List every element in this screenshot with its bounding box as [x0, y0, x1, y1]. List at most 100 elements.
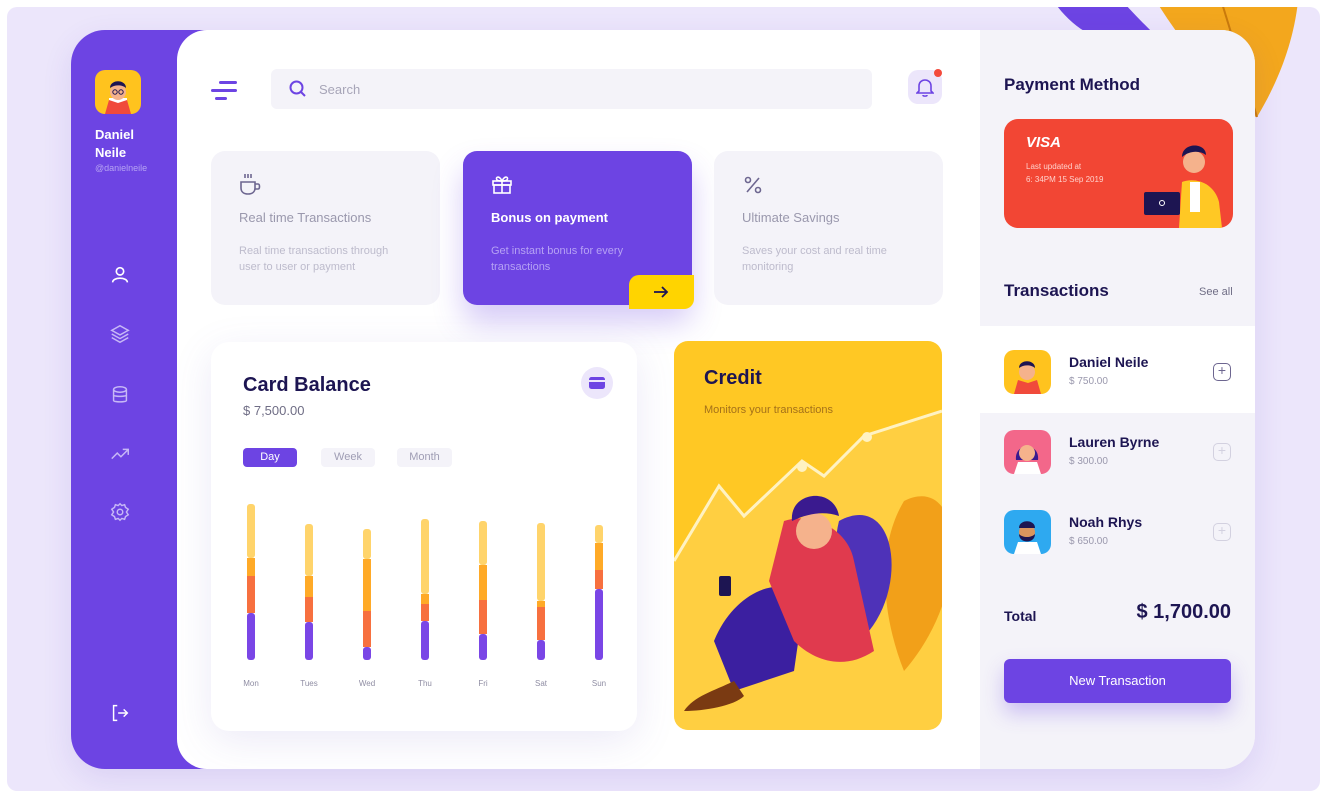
bar-segment-tues	[305, 524, 313, 576]
search-icon	[289, 80, 306, 97]
transaction-row[interactable]: Lauren Byrne $ 300.00 +	[980, 406, 1255, 493]
day-label: Sat	[535, 679, 548, 688]
transaction-name: Noah Rhys	[1069, 514, 1143, 530]
card-updated-info: Last updated at 6: 34PM 15 Sep 2019	[1026, 160, 1103, 186]
total-label: Total	[1004, 608, 1037, 624]
feature-title: Real time Transactions	[239, 210, 372, 225]
transaction-avatar	[1004, 430, 1051, 474]
feature-card-savings[interactable]: Ultimate Savings Saves your cost and rea…	[714, 151, 943, 305]
bonus-arrow-button[interactable]	[629, 275, 694, 309]
bar-segment-mon	[247, 613, 255, 660]
transaction-name: Daniel Neile	[1069, 354, 1149, 370]
balance-bar-chart: Mon Tues Wed Thu Fri Sat Sun	[243, 504, 606, 688]
gift-icon	[492, 176, 512, 194]
transaction-avatar	[1004, 510, 1051, 554]
search-bar	[271, 69, 872, 109]
add-transaction-button[interactable]: +	[1213, 362, 1231, 381]
visa-card[interactable]: VISA Last updated at 6: 34PM 15 Sep 2019	[1004, 119, 1233, 228]
profile-handle: @danielneile	[95, 163, 148, 173]
coffee-cup-icon	[240, 174, 261, 195]
profile-avatar[interactable]	[95, 70, 141, 114]
logout-nav-icon[interactable]	[109, 702, 133, 726]
feature-description: Get instant bonus for every transactions	[491, 245, 624, 273]
bar-segment-wed	[363, 529, 371, 559]
profile-first-name: Daniel	[95, 127, 135, 142]
notification-dot	[934, 69, 942, 77]
day-label: Mon	[243, 679, 259, 688]
card-person-illustration	[1144, 145, 1222, 228]
notification-bell[interactable]	[908, 69, 942, 104]
credit-illustration	[674, 409, 942, 730]
page-frame: Daniel Neile @danielneile Search Real ti…	[7, 7, 1320, 791]
bar-segment-sat	[537, 601, 545, 607]
layers-nav-icon[interactable]	[109, 323, 133, 347]
feature-title: Ultimate Savings	[742, 210, 840, 225]
bar-segment-fri	[479, 634, 487, 660]
visa-logo: VISA	[1026, 134, 1062, 151]
bar-segment-fri	[479, 565, 487, 600]
bar-segment-fri	[479, 600, 487, 634]
bar-segment-sun	[595, 543, 603, 570]
bar-segment-sat	[537, 640, 545, 660]
bell-icon	[916, 79, 934, 97]
settings-nav-icon[interactable]	[109, 501, 133, 525]
card-balance-panel: Card Balance $ 7,500.00 Day Week Month M…	[211, 342, 637, 731]
user-nav-icon[interactable]	[109, 264, 133, 288]
trending-nav-icon[interactable]	[109, 443, 133, 467]
add-transaction-button[interactable]: +	[1213, 522, 1231, 541]
bar-segment-tues	[305, 622, 313, 660]
bar-segment-thu	[421, 604, 429, 621]
bar-segment-mon	[247, 558, 255, 576]
feature-description: Real time transactions through user to u…	[239, 245, 389, 273]
feature-card-bonus[interactable]: Bonus on payment Get instant bonus for e…	[463, 151, 694, 309]
profile-name: Daniel Neile	[95, 126, 165, 162]
plus-icon: +	[1217, 442, 1227, 458]
transaction-name: Lauren Byrne	[1069, 434, 1160, 450]
bar-segment-fri	[479, 521, 487, 565]
profile-last-name: Neile	[95, 145, 127, 160]
bar-segment-wed	[363, 559, 371, 611]
card-updated-label: Last updated at	[1026, 162, 1082, 171]
bar-segment-thu	[421, 519, 429, 594]
transaction-amount: $ 650.00	[1069, 536, 1108, 547]
transaction-amount: $ 750.00	[1069, 376, 1108, 387]
bar-segment-sun	[595, 525, 603, 543]
transaction-amount: $ 300.00	[1069, 456, 1108, 467]
transaction-avatar	[1004, 350, 1051, 394]
main-panel: Real time Transactions Real time transac…	[177, 30, 983, 769]
day-label: Thu	[418, 679, 432, 688]
arrow-right-icon	[654, 286, 669, 298]
right-panel: Payment Method VISA Last updated at 6: 3…	[980, 30, 1255, 769]
menu-toggle-icon[interactable]	[211, 80, 239, 102]
feature-title: Bonus on payment	[491, 210, 609, 225]
bar-segment-thu	[421, 594, 429, 604]
search-input[interactable]	[319, 69, 849, 109]
payment-method-title: Payment Method	[1004, 75, 1141, 94]
dashboard-app: Daniel Neile @danielneile Search Real ti…	[71, 30, 1255, 769]
card-updated-time: 6: 34PM 15 Sep 2019	[1026, 175, 1104, 184]
bar-segment-sat	[537, 523, 545, 601]
see-all-link[interactable]: See all	[1199, 286, 1233, 298]
bar-segment-mon	[247, 576, 255, 613]
bar-segment-sun	[595, 570, 603, 589]
feature-description: Saves your cost and real time monitoring	[742, 245, 887, 273]
percent-icon	[744, 176, 762, 194]
plus-icon: +	[1217, 522, 1227, 538]
bar-segment-wed	[363, 611, 371, 647]
bar-segment-tues	[305, 576, 313, 597]
day-label: Sun	[592, 679, 606, 688]
transaction-row[interactable]: Noah Rhys $ 650.00 +	[980, 486, 1255, 573]
day-label: Tues	[300, 679, 318, 688]
bar-segment-sat	[537, 607, 545, 640]
bar-segment-tues	[305, 597, 313, 622]
transaction-row[interactable]: Daniel Neile $ 750.00 +	[980, 326, 1255, 413]
feature-card-realtime[interactable]: Real time Transactions Real time transac…	[211, 151, 440, 305]
total-value: $ 1,700.00	[1136, 601, 1231, 623]
plus-icon: +	[1217, 362, 1227, 378]
new-transaction-button[interactable]: New Transaction	[1004, 659, 1231, 703]
day-label: Wed	[359, 679, 375, 688]
add-transaction-button[interactable]: +	[1213, 442, 1231, 461]
database-nav-icon[interactable]	[109, 384, 133, 408]
day-label: Fri	[478, 679, 488, 688]
credit-card-panel[interactable]: Credit Monitors your transactions	[674, 341, 942, 730]
